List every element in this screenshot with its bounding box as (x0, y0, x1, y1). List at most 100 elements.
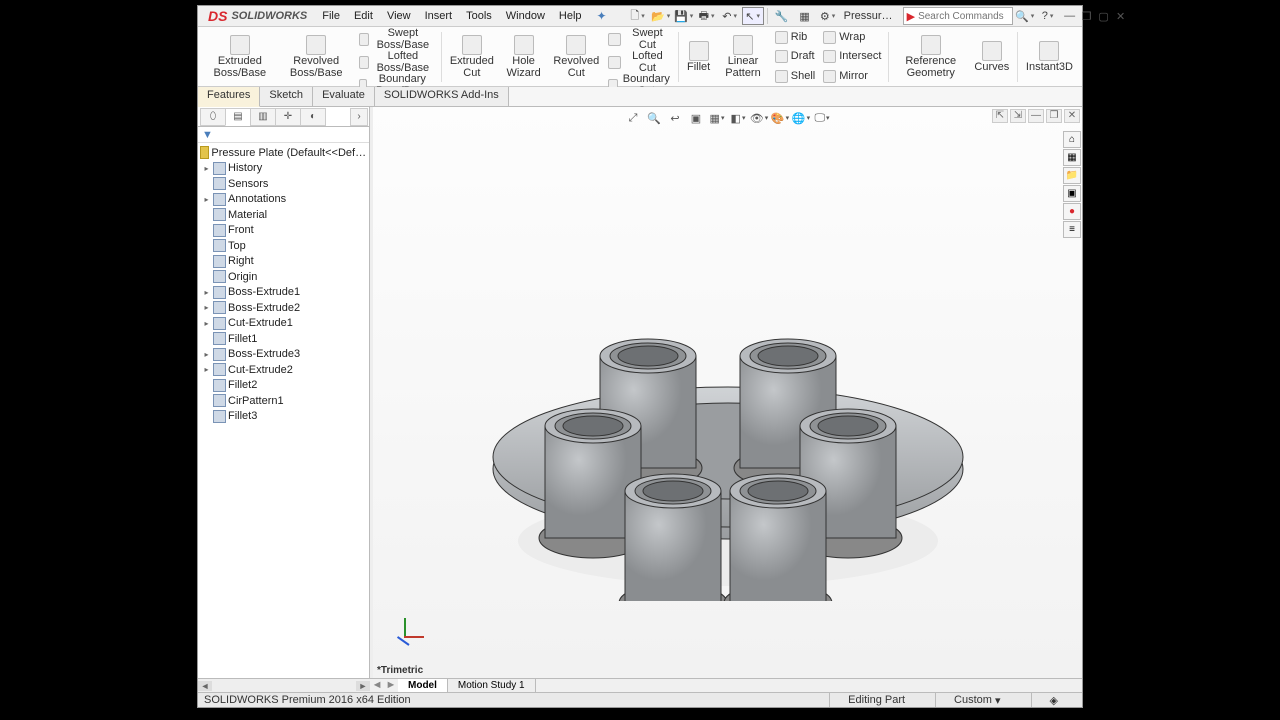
fm-filter-row[interactable]: ▼ (198, 127, 369, 143)
mirror-button[interactable]: Mirror (819, 70, 885, 83)
tree-item[interactable]: ▸Cut-Extrude1 (198, 316, 369, 332)
zoom-area-icon[interactable]: 🔍 (644, 109, 664, 127)
fillet-button[interactable]: Fillet (682, 28, 715, 86)
menu-window[interactable]: Window (499, 8, 552, 24)
shell-button[interactable]: Shell (771, 70, 819, 83)
reference-geometry-button[interactable]: Reference Geometry (892, 28, 969, 86)
select-button[interactable]: ↖ (742, 7, 764, 25)
swept-boss-button[interactable]: Swept Boss/Base (355, 28, 439, 51)
prev-view-icon[interactable]: ↩ (665, 109, 685, 127)
intersect-button[interactable]: Intersect (819, 50, 885, 63)
extruded-cut-button[interactable]: Extruded Cut (445, 28, 499, 86)
restore-icon[interactable]: ❐ (1079, 10, 1095, 23)
revolved-boss-button[interactable]: Revolved Boss/Base (278, 28, 355, 86)
tree-item[interactable]: ▸Boss-Extrude1 (198, 285, 369, 301)
vp-dock-icon[interactable]: ⇲ (1010, 109, 1026, 123)
orientation-triad[interactable] (391, 616, 421, 646)
taskpane-home-icon[interactable]: ⌂ (1063, 131, 1081, 148)
scroll-left-icon[interactable]: ◄ (198, 681, 212, 691)
tab-nav-icon[interactable]: ◄ ► (370, 679, 398, 693)
expand-icon[interactable]: ▸ (202, 319, 211, 328)
expand-icon[interactable]: ▸ (202, 195, 211, 204)
help-dropdown[interactable]: ? (1037, 7, 1059, 25)
tree-item[interactable]: ▸Boss-Extrude2 (198, 300, 369, 316)
vp-popout-icon[interactable]: ⇱ (992, 109, 1008, 123)
bottom-tab-model[interactable]: Model (398, 679, 448, 693)
fm-tab-tree-icon[interactable]: ⬯ (200, 108, 226, 126)
expand-icon[interactable]: ▸ (202, 303, 211, 312)
swept-cut-button[interactable]: Swept Cut (604, 28, 675, 51)
menu-insert[interactable]: Insert (418, 8, 460, 24)
maximize-icon[interactable]: ▢ (1096, 10, 1112, 23)
tree-item[interactable]: Fillet2 (198, 378, 369, 394)
menu-edit[interactable]: Edit (347, 8, 380, 24)
wrap-button[interactable]: Wrap (819, 31, 885, 44)
taskpane-resources-icon[interactable]: ▦ (1063, 149, 1081, 166)
hole-wizard-button[interactable]: Hole Wizard (499, 28, 549, 86)
menu-help[interactable]: Help (552, 8, 589, 24)
lofted-cut-button[interactable]: Lofted Cut (604, 51, 675, 74)
instant3d-button[interactable]: Instant3D (1021, 28, 1078, 86)
rib-button[interactable]: Rib (771, 31, 819, 44)
curves-button[interactable]: Curves (969, 28, 1014, 86)
save-button[interactable]: 💾 (673, 7, 695, 25)
tree-item[interactable]: Sensors (198, 176, 369, 192)
zoom-fit-icon[interactable]: ⤢ (623, 109, 643, 127)
display-style-icon[interactable]: ◧ (728, 109, 748, 127)
tree-item[interactable]: ▸History (198, 161, 369, 177)
expand-icon[interactable]: ▸ (202, 164, 211, 173)
tree-item[interactable]: ▸Boss-Extrude3 (198, 347, 369, 363)
taskpane-view-icon[interactable]: ▣ (1063, 185, 1081, 202)
expand-icon[interactable]: ▸ (202, 365, 211, 374)
draft-button[interactable]: Draft (771, 50, 819, 63)
menu-tools[interactable]: Tools (459, 8, 499, 24)
status-units[interactable]: Custom ▾ (935, 693, 1018, 707)
view-settings-icon[interactable]: 🖵 (812, 109, 832, 127)
scroll-right-icon[interactable]: ► (356, 681, 370, 691)
tree-item[interactable]: Fillet1 (198, 331, 369, 347)
taskpane-props-icon[interactable]: ≡ (1063, 221, 1081, 238)
new-doc-button[interactable]: 🗋 (627, 7, 649, 25)
taskpane-appearances-icon[interactable]: ● (1063, 203, 1081, 220)
tree-item[interactable]: ▸Cut-Extrude2 (198, 362, 369, 378)
tree-item[interactable]: Origin (198, 269, 369, 285)
revolved-cut-button[interactable]: Revolved Cut (548, 28, 604, 86)
hide-show-icon[interactable]: 👁 (749, 109, 769, 127)
tab-evaluate[interactable]: Evaluate (313, 87, 375, 106)
search-dropdown[interactable]: 🔍 (1014, 7, 1036, 25)
tree-item[interactable]: CirPattern1 (198, 393, 369, 409)
section-view-icon[interactable]: ▣ (686, 109, 706, 127)
tree-item[interactable]: Front (198, 223, 369, 239)
undo-button[interactable]: ↶ (719, 7, 741, 25)
fm-tab-dimxpert-icon[interactable]: ✛ (275, 108, 301, 126)
rebuild-button[interactable]: 🔧 (771, 7, 793, 25)
pushpin-icon[interactable]: ✦ (589, 9, 615, 23)
view-orient-icon[interactable]: ▦ (707, 109, 727, 127)
close-icon[interactable]: ✕ (1113, 10, 1129, 23)
menu-view[interactable]: View (380, 8, 418, 24)
menu-file[interactable]: File (315, 8, 347, 24)
extruded-boss-button[interactable]: Extruded Boss/Base (202, 28, 278, 86)
vp-min-icon[interactable]: — (1028, 109, 1044, 123)
scene-icon[interactable]: 🌐 (791, 109, 811, 127)
status-tag-icon[interactable]: ◈ (1031, 693, 1076, 707)
minimize-icon[interactable]: — (1062, 10, 1078, 23)
options-button[interactable]: ⚙ (817, 7, 839, 25)
fm-hscroll[interactable]: ◄ ► (198, 679, 370, 693)
taskpane-library-icon[interactable]: 📁 (1063, 167, 1081, 184)
tab-addins[interactable]: SOLIDWORKS Add-Ins (375, 87, 509, 106)
fm-tab-property-icon[interactable]: ▤ (225, 108, 251, 126)
tree-root[interactable]: Pressure Plate (Default<<Default>_PhotoV… (198, 145, 369, 161)
doc-props-button[interactable]: ▦ (794, 7, 816, 25)
lofted-boss-button[interactable]: Lofted Boss/Base (355, 51, 439, 74)
tree-item[interactable]: Top (198, 238, 369, 254)
appearance-icon[interactable]: 🎨 (770, 109, 790, 127)
graphics-viewport[interactable]: ⤢ 🔍 ↩ ▣ ▦ ◧ 👁 🎨 🌐 🖵 ⇱ ⇲ — ❐ ✕ ⌂ ▦ (373, 107, 1082, 678)
search-commands-box[interactable]: ▶ (903, 7, 1013, 25)
expand-icon[interactable]: ▸ (202, 350, 211, 359)
print-button[interactable]: 🖶 (696, 7, 718, 25)
open-doc-button[interactable]: 📂 (650, 7, 672, 25)
linear-pattern-button[interactable]: Linear Pattern (715, 28, 771, 86)
tree-item[interactable]: ▸Annotations (198, 192, 369, 208)
vp-close-icon[interactable]: ✕ (1064, 109, 1080, 123)
